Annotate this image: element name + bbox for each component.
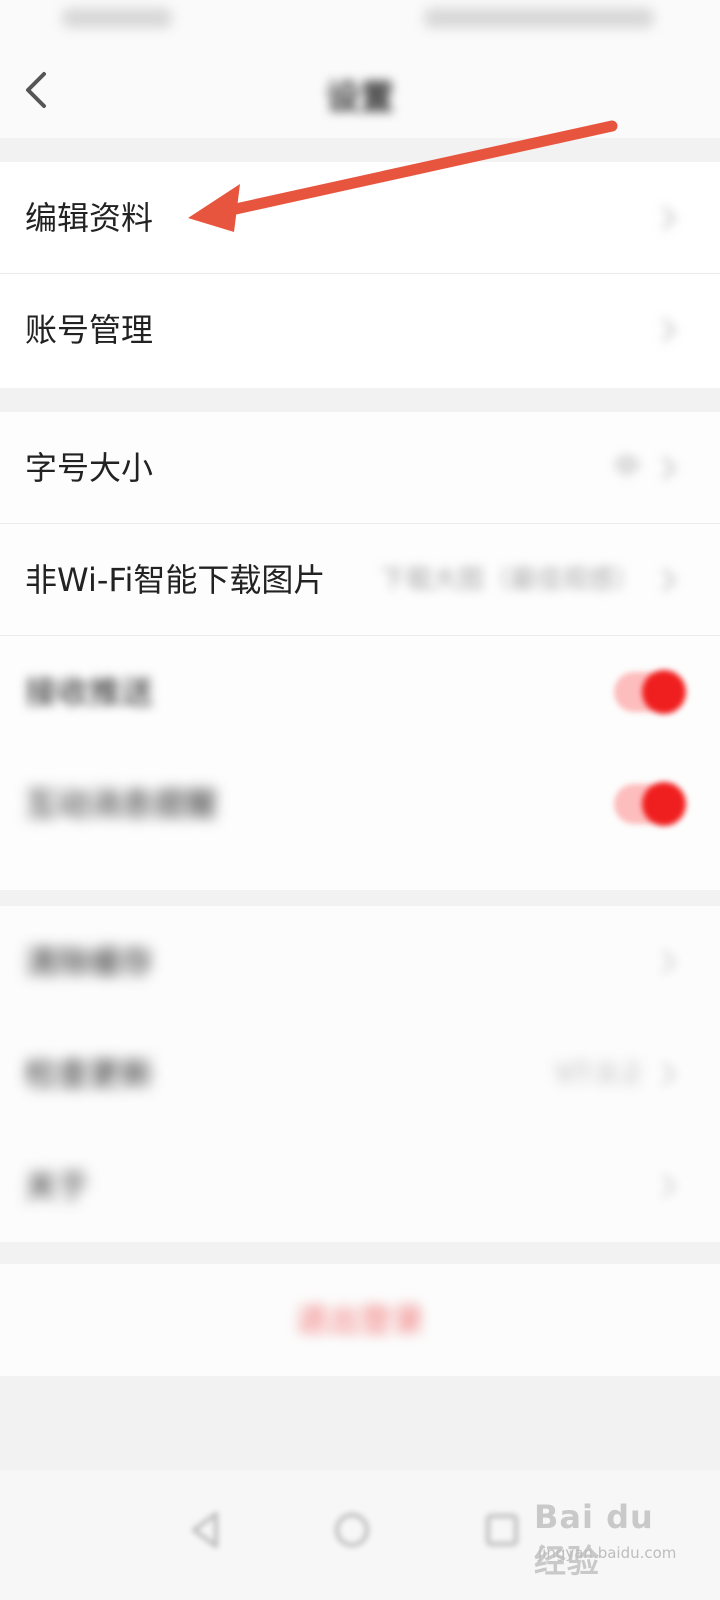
interaction-reminder-toggle[interactable] bbox=[614, 782, 686, 826]
chevron-right-icon bbox=[656, 1060, 682, 1088]
chevron-right-icon bbox=[656, 204, 682, 232]
settings-item-label: 清除缓存 bbox=[25, 943, 154, 981]
status-bar bbox=[0, 0, 720, 40]
settings-item-interaction-reminder: 互动消息提醒 bbox=[0, 748, 720, 860]
settings-item-edit-profile[interactable]: 编辑资料 bbox=[0, 162, 720, 274]
settings-item-label: 接收推送 bbox=[25, 673, 154, 711]
toggle-knob bbox=[642, 782, 686, 826]
toggle-knob bbox=[642, 670, 686, 714]
system-nav-bar: Bai du 经验 jingyan.baidu.com bbox=[0, 1470, 720, 1600]
watermark-url: jingyan.baidu.com bbox=[538, 1544, 677, 1562]
settings-item-push: 接收推送 bbox=[0, 636, 720, 748]
settings-item-account-management[interactable]: 账号管理 bbox=[0, 274, 720, 386]
watermark-brand: Bai du 经验 bbox=[534, 1498, 654, 1580]
logout-section: 退出登录 bbox=[0, 1264, 720, 1376]
nav-home-button[interactable] bbox=[326, 1504, 378, 1556]
chevron-right-icon bbox=[656, 566, 682, 594]
settings-item-label: 字号大小 bbox=[25, 449, 154, 487]
settings-item-check-update[interactable]: 检查更新 V7.0.2 bbox=[0, 1018, 720, 1130]
settings-item-clear-cache[interactable]: 清除缓存 bbox=[0, 906, 720, 1018]
settings-item-label: 关于 bbox=[25, 1167, 90, 1205]
account-section: 编辑资料 账号管理 bbox=[0, 162, 720, 388]
circle-home-icon bbox=[335, 1513, 369, 1547]
settings-item-about[interactable]: 关于 bbox=[0, 1130, 720, 1242]
nav-back-button[interactable] bbox=[180, 1504, 232, 1556]
top-bar: 设置 bbox=[0, 40, 720, 138]
chevron-right-icon bbox=[656, 948, 682, 976]
chevron-right-icon bbox=[656, 454, 682, 482]
square-recent-icon bbox=[486, 1514, 518, 1546]
status-signal-area bbox=[62, 8, 172, 28]
image-download-value: 下载大图（最佳观感） bbox=[379, 565, 640, 595]
settings-item-label: 账号管理 bbox=[25, 311, 154, 349]
logout-button[interactable]: 退出登录 bbox=[0, 1264, 720, 1376]
triangle-back-icon bbox=[192, 1512, 218, 1548]
watermark-logo: Bai du 经验 jingyan.baidu.com bbox=[534, 1498, 684, 1580]
status-indicators-area bbox=[424, 8, 654, 28]
settings-item-label: 检查更新 bbox=[25, 1055, 154, 1093]
nav-recent-button[interactable] bbox=[476, 1504, 528, 1556]
logout-label: 退出登录 bbox=[295, 1301, 424, 1339]
settings-item-label: 编辑资料 bbox=[25, 199, 154, 237]
settings-item-label: 互动消息提醒 bbox=[25, 785, 218, 823]
settings-item-font-size[interactable]: 字号大小 中 bbox=[0, 412, 720, 524]
chevron-right-icon bbox=[656, 316, 682, 344]
push-toggle[interactable] bbox=[614, 670, 686, 714]
page-title: 设置 bbox=[326, 78, 394, 118]
settings-item-label: 非Wi-Fi智能下载图片 bbox=[25, 561, 326, 599]
version-value: V7.0.2 bbox=[556, 1059, 640, 1089]
font-size-value: 中 bbox=[613, 453, 640, 483]
display-section: 字号大小 中 非Wi-Fi智能下载图片 下载大图（最佳观感） 接收推送 互动消息… bbox=[0, 412, 720, 890]
settings-item-image-download[interactable]: 非Wi-Fi智能下载图片 下载大图（最佳观感） bbox=[0, 524, 720, 636]
app-section: 清除缓存 检查更新 V7.0.2 关于 bbox=[0, 906, 720, 1242]
chevron-right-icon bbox=[656, 1172, 682, 1200]
